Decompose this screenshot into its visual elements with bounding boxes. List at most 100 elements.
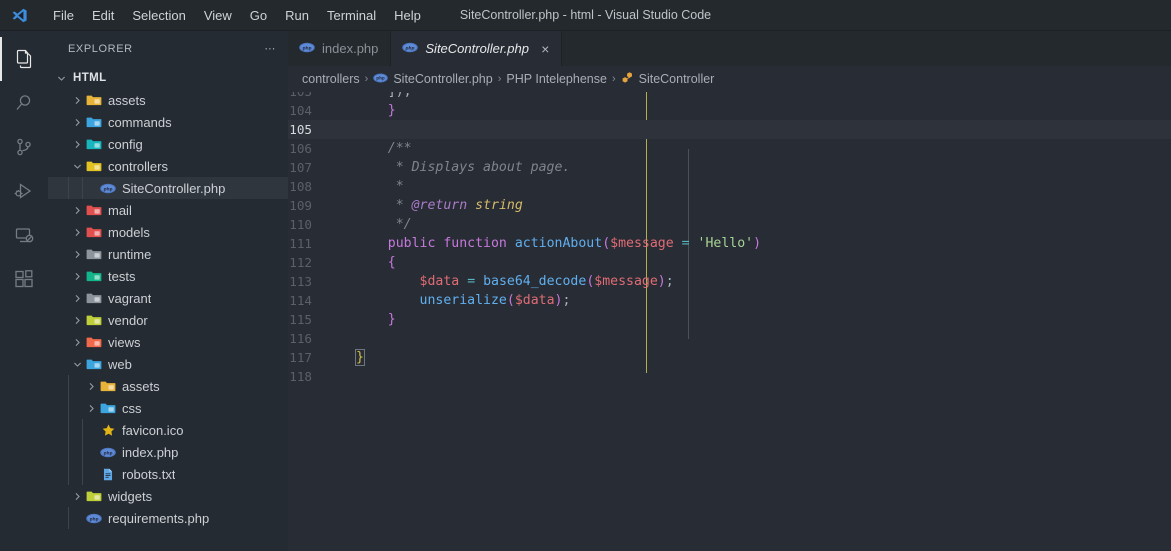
chevron-right-icon[interactable] xyxy=(70,139,84,150)
code-line[interactable]: 105 xyxy=(288,120,1171,139)
file-tree: HTML assets commands config controllers php Si… xyxy=(48,66,288,551)
code-editor[interactable]: 103 ]);104 }105106 /**107 * Displays abo… xyxy=(288,92,1171,551)
tree-item-favicon-ico[interactable]: favicon.ico xyxy=(48,419,288,441)
breadcrumb-separator: › xyxy=(497,73,502,85)
tree-item-config[interactable]: config xyxy=(48,133,288,155)
tree-item-models[interactable]: models xyxy=(48,221,288,243)
chevron-right-icon[interactable] xyxy=(70,227,84,238)
tree-item-sitecontroller-php[interactable]: php SiteController.php xyxy=(48,177,288,199)
tree-item-label: widgets xyxy=(108,488,153,504)
tree-item-assets[interactable]: assets xyxy=(48,89,288,111)
menu-item-edit[interactable]: Edit xyxy=(83,5,123,26)
tree-item-commands[interactable]: commands xyxy=(48,111,288,133)
tree-item-label: web xyxy=(108,356,132,372)
tree-item-tests[interactable]: tests xyxy=(48,265,288,287)
code-line[interactable]: 112 { xyxy=(288,253,1171,272)
code-line[interactable]: 103 ]); xyxy=(288,92,1171,101)
tree-item-vagrant[interactable]: vagrant xyxy=(48,287,288,309)
menu-item-help[interactable]: Help xyxy=(385,5,430,26)
code-content: unserialize($data); xyxy=(334,291,571,310)
tree-item-runtime[interactable]: runtime xyxy=(48,243,288,265)
code-line[interactable]: 117} xyxy=(288,348,1171,367)
code-line[interactable]: 109 * @return string xyxy=(288,196,1171,215)
tree-item-widgets[interactable]: widgets xyxy=(48,485,288,507)
tree-item-robots-txt[interactable]: robots.txt xyxy=(48,463,288,485)
chevron-right-icon[interactable] xyxy=(70,95,84,106)
breadcrumb-item-sitecontroller-php[interactable]: php SiteController.php xyxy=(373,72,493,86)
chevron-right-icon[interactable] xyxy=(70,491,84,502)
line-number: 106 xyxy=(289,141,312,156)
chevron-right-icon[interactable] xyxy=(84,381,98,392)
code-line[interactable]: 116 xyxy=(288,329,1171,348)
code-line[interactable]: 115 } xyxy=(288,310,1171,329)
tree-item-controllers[interactable]: controllers xyxy=(48,155,288,177)
workbench-body: EXPLORER ⋯ HTML assets commands config contr… xyxy=(0,31,1171,551)
tree-item-web[interactable]: web xyxy=(48,353,288,375)
activity-item-extensions[interactable] xyxy=(0,257,48,301)
menu-item-terminal[interactable]: Terminal xyxy=(318,5,385,26)
breadcrumb-label: SiteController xyxy=(638,72,715,86)
tab-sitecontroller-php[interactable]: php SiteController.php × xyxy=(391,31,563,66)
chevron-right-icon[interactable] xyxy=(70,293,84,304)
activity-item-run-and-debug[interactable] xyxy=(0,169,48,213)
menu-item-selection[interactable]: Selection xyxy=(123,5,194,26)
code-token: * xyxy=(395,179,404,194)
breadcrumb-item-controllers[interactable]: controllers xyxy=(302,72,360,86)
vscode-logo-icon xyxy=(4,7,34,24)
chevron-right-icon[interactable] xyxy=(84,403,98,414)
activity-item-search[interactable] xyxy=(0,81,48,125)
code-line[interactable]: 114 unserialize($data); xyxy=(288,291,1171,310)
breadcrumb-item-php-intelephense[interactable]: PHP Intelephense xyxy=(506,72,607,86)
chevron-down-icon[interactable] xyxy=(70,161,84,172)
php-icon: php xyxy=(98,447,118,458)
tree-item-index-php[interactable]: php index.php xyxy=(48,441,288,463)
chevron-down-icon[interactable] xyxy=(70,359,84,370)
tree-root-html[interactable]: HTML xyxy=(48,67,288,89)
php-icon: php xyxy=(299,41,315,56)
folder-icon xyxy=(84,488,104,504)
menu-item-view[interactable]: View xyxy=(195,5,241,26)
activity-item-remote-explorer[interactable] xyxy=(0,213,48,257)
chevron-right-icon[interactable] xyxy=(70,205,84,216)
chevron-right-icon[interactable] xyxy=(70,271,84,282)
menu-item-file[interactable]: File xyxy=(44,5,83,26)
sidebar-explorer: EXPLORER ⋯ HTML assets commands config contr… xyxy=(48,31,288,551)
activity-item-source-control[interactable] xyxy=(0,125,48,169)
activity-item-explorer[interactable] xyxy=(0,37,48,81)
tree-item-requirements-php[interactable]: php requirements.php xyxy=(48,507,288,529)
extensions-icon xyxy=(12,267,36,291)
tree-item-mail[interactable]: mail xyxy=(48,199,288,221)
breadcrumb-label: SiteController.php xyxy=(393,72,493,86)
code-line[interactable]: 106 /** xyxy=(288,139,1171,158)
breadcrumb-item-sitecontroller-class[interactable]: SiteController xyxy=(621,71,715,87)
code-line[interactable]: 113 $data = base64_decode($message); xyxy=(288,272,1171,291)
tree-item-vendor[interactable]: vendor xyxy=(48,309,288,331)
code-line[interactable]: 108 * xyxy=(288,177,1171,196)
tree-item-assets[interactable]: assets xyxy=(48,375,288,397)
chevron-right-icon[interactable] xyxy=(70,337,84,348)
code-line[interactable]: 118 xyxy=(288,367,1171,386)
menu-item-go[interactable]: Go xyxy=(241,5,276,26)
tree-item-views[interactable]: views xyxy=(48,331,288,353)
code-line[interactable]: 104 } xyxy=(288,101,1171,120)
explorer-more-actions-icon[interactable]: ⋯ xyxy=(260,40,280,57)
code-line[interactable]: 107 * Displays about page. xyxy=(288,158,1171,177)
code-line[interactable]: 110 */ xyxy=(288,215,1171,234)
menu-item-run[interactable]: Run xyxy=(276,5,318,26)
chevron-right-icon[interactable] xyxy=(70,249,84,260)
menu-bar: File Edit Selection View Go Run Terminal… xyxy=(44,5,430,26)
tree-item-css[interactable]: css xyxy=(48,397,288,419)
folder-icon xyxy=(84,334,104,350)
close-icon[interactable]: × xyxy=(541,42,549,56)
code-content: ]); xyxy=(334,92,412,101)
chevron-right-icon[interactable] xyxy=(70,117,84,128)
tab-index-php[interactable]: php index.php xyxy=(288,31,392,66)
code-token: base64_decode xyxy=(483,274,587,289)
code-line[interactable]: 111 public function actionAbout($message… xyxy=(288,234,1171,253)
code-token: } xyxy=(355,349,365,366)
chevron-right-icon[interactable] xyxy=(70,315,84,326)
